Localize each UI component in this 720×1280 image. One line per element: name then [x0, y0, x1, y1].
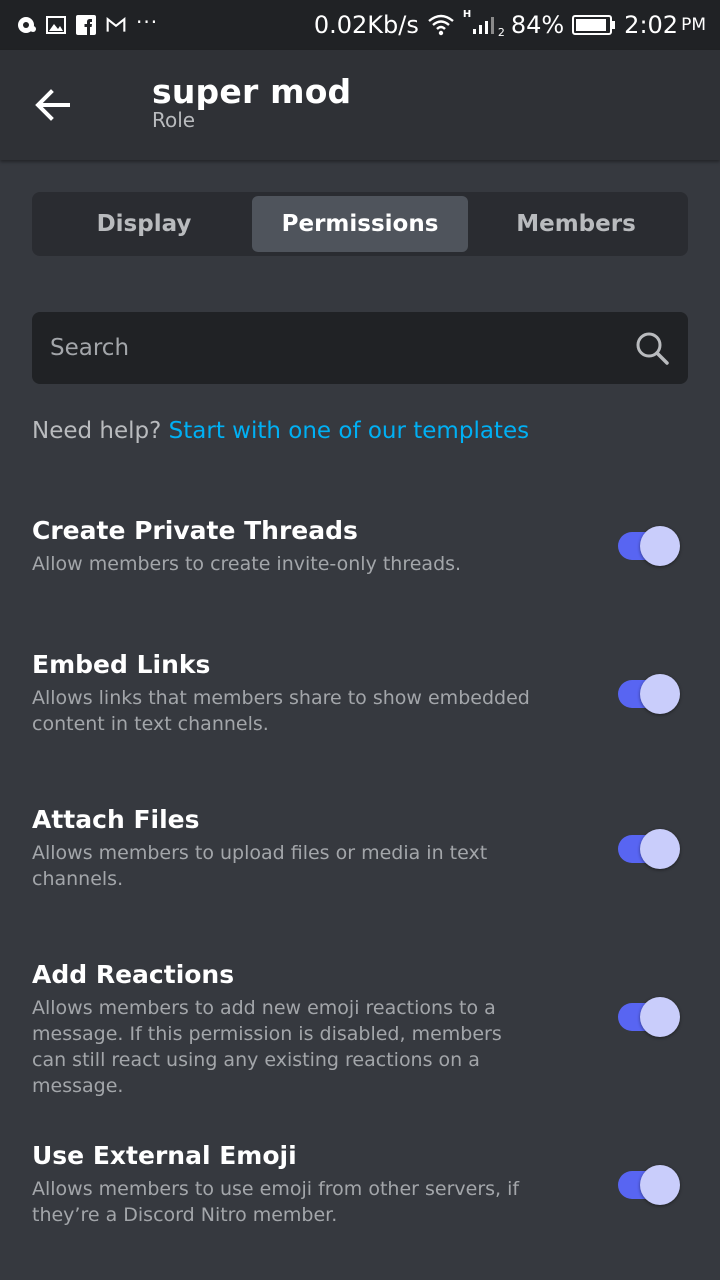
permission-description: Allows members to upload files or media … [32, 842, 488, 890]
toggle-knob [640, 829, 680, 869]
permission-description: Allows members to use emoji from other s… [32, 1178, 520, 1226]
permission-toggle[interactable] [616, 997, 682, 1037]
templates-link[interactable]: Start with one of our templates [169, 418, 529, 444]
search-input[interactable] [48, 334, 632, 362]
tab-bar: Display Permissions Members [32, 192, 688, 256]
permission-title: Embed Links [32, 650, 211, 679]
permission-item: Create Private Threads Allow members to … [32, 516, 688, 577]
toggle-knob [640, 1165, 680, 1205]
signal-icon: H 2 [462, 9, 505, 39]
sync-icon [16, 15, 36, 35]
status-bar: ··· 0.02Kb/s H 2 84% 2:02 PM [0, 0, 720, 50]
help-prefix: Need help? [32, 418, 162, 444]
search-icon[interactable] [632, 328, 672, 368]
permission-title: Add Reactions [32, 960, 235, 989]
search-bar [32, 312, 688, 384]
clock: 2:02 [624, 11, 679, 39]
permission-item: Embed Links Allows links that members sh… [32, 650, 688, 737]
permission-title: Attach Files [32, 805, 200, 834]
image-icon [46, 15, 66, 35]
more-notifications-icon: ··· [136, 10, 159, 34]
gmail-icon [106, 15, 126, 35]
permission-toggle[interactable] [616, 1165, 682, 1205]
page-subtitle: Role [152, 108, 196, 132]
tab-members[interactable]: Members [468, 196, 684, 252]
clock-ampm: PM [681, 15, 706, 35]
status-right: 0.02Kb/s H 2 84% 2:02 PM [313, 9, 706, 39]
network-speed: 0.02Kb/s [313, 11, 419, 39]
page-title: super mod [152, 72, 352, 111]
permission-item: Add Reactions Allows members to add new … [32, 960, 688, 1099]
wifi-icon [427, 14, 455, 36]
help-text: Need help? Start with one of our templat… [32, 418, 529, 444]
back-button[interactable] [26, 80, 78, 130]
permission-title: Use External Emoji [32, 1141, 297, 1170]
permission-item: Attach Files Allows members to upload fi… [32, 805, 688, 892]
permission-description: Allows links that members share to show … [32, 687, 530, 735]
permission-item: Use External Emoji Allows members to use… [32, 1141, 688, 1228]
permission-description: Allow members to create invite-only thre… [32, 553, 462, 575]
header: super mod Role [0, 50, 720, 160]
tab-permissions[interactable]: Permissions [252, 196, 468, 252]
arrow-left-icon [35, 89, 70, 121]
permission-description: Allows members to add new emoji reaction… [32, 997, 502, 1097]
permission-toggle[interactable] [616, 674, 682, 714]
facebook-icon [76, 15, 96, 35]
permission-toggle[interactable] [616, 526, 682, 566]
tab-display[interactable]: Display [36, 196, 252, 252]
toggle-knob [640, 674, 680, 714]
toggle-knob [640, 526, 680, 566]
permission-toggle[interactable] [616, 829, 682, 869]
permission-title: Create Private Threads [32, 516, 358, 545]
battery-icon [572, 15, 616, 35]
toggle-knob [640, 997, 680, 1037]
notification-icons: ··· [16, 10, 314, 35]
battery-percent: 84% [510, 11, 565, 39]
